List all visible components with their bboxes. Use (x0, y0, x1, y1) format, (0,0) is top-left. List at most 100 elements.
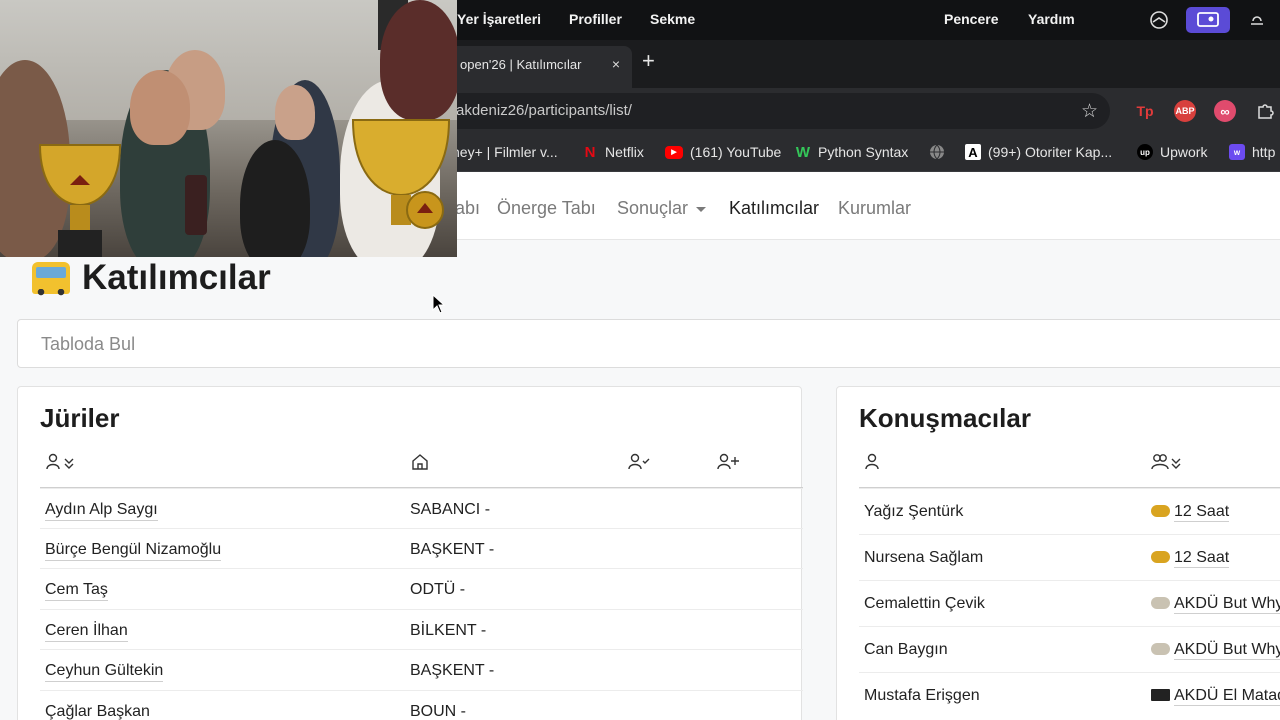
table-row: Ceyhun Gültekin BAŞKENT - (40, 649, 803, 690)
black-flag-emoji-icon (1151, 689, 1170, 701)
sort-name-header[interactable] (46, 453, 78, 471)
tab-katilimcilar[interactable]: open'26 | Katılımcılar × (448, 46, 632, 88)
person-check-header-icon[interactable] (628, 453, 650, 471)
nav-sonuclar[interactable]: Sonuçlar (617, 198, 707, 219)
bookmark-python-syntax[interactable]: W Python Syntax (795, 144, 908, 161)
trophy-right (345, 115, 457, 257)
netflix-icon: N (584, 143, 596, 161)
cam-face (130, 70, 190, 145)
nav-kurumlar[interactable]: Kurumlar (838, 198, 911, 219)
bookmark-label: (99+) Otoriter Kap... (988, 144, 1113, 160)
bookmark-otoriter[interactable]: A (99+) Otoriter Kap... (965, 144, 1112, 160)
extensions-puzzle-icon[interactable] (1254, 100, 1276, 122)
speaker-team[interactable]: AKDÜ But Why (1151, 595, 1280, 614)
table-row: Aydın Alp Saygı SABANCI - (40, 488, 803, 529)
table-row: Cemalettin Çevik AKDÜ But Why (859, 580, 1280, 626)
judges-title: Jüriler (40, 403, 120, 433)
new-tab-button[interactable]: + (642, 50, 655, 72)
nav-katilimcilar[interactable]: Katılımcılar (729, 198, 819, 219)
status-app-icon[interactable] (1146, 7, 1172, 33)
taco-emoji-icon (1151, 551, 1170, 563)
extension-infinity-icon[interactable]: ∞ (1214, 100, 1236, 122)
extension-abp-icon[interactable]: ABP (1174, 100, 1196, 122)
menu-bookmarks[interactable]: Yer İşaretleri (457, 11, 541, 27)
table-row: Nursena Sağlam 12 Saat (859, 534, 1280, 580)
team-sort-header-icon[interactable] (1151, 453, 1185, 471)
speaker-team[interactable]: 12 Saat (1151, 503, 1230, 522)
screen-share-icon[interactable] (1186, 7, 1230, 33)
table-row: Cem Taş ODTÜ - (40, 568, 803, 609)
menu-tab[interactable]: Sekme (650, 11, 695, 27)
judge-name[interactable]: Aydın Alp Saygı (45, 501, 158, 521)
page-title-text: Katılımcılar (82, 258, 271, 297)
upwork-icon: up (1137, 144, 1153, 160)
youtube-icon: ▶ (665, 145, 683, 159)
team-link[interactable]: AKDÜ But Why (1174, 641, 1280, 660)
team-link[interactable]: 12 Saat (1174, 549, 1230, 568)
speaker-name: Cemalettin Çevik (864, 595, 985, 612)
team-link[interactable]: AKDÜ But Why (1174, 595, 1280, 614)
bookmark-label: http (1252, 144, 1276, 160)
nav-sonuclar-label: Sonuçlar (617, 198, 689, 218)
bookmark-label: ney+ | Filmler v... (452, 144, 558, 160)
taco-emoji-icon (1151, 505, 1170, 517)
bookmark-netflix[interactable]: N Netflix (582, 143, 644, 161)
weather-icon[interactable] (1244, 7, 1270, 33)
judge-institution: BAŞKENT - (410, 541, 495, 558)
tab-close-icon[interactable]: × (612, 56, 620, 72)
speaker-team[interactable]: AKDÜ But Why (1151, 641, 1280, 660)
bookmark-star-icon[interactable]: ☆ (1081, 100, 1098, 123)
person-add-header-icon[interactable] (717, 453, 739, 471)
bookmark-label: Upwork (1160, 144, 1208, 160)
extension-tp-icon[interactable]: Tp (1134, 100, 1156, 122)
judge-name[interactable]: Bürçe Bengül Nizamoğlu (45, 541, 222, 561)
table-row: Ceren İlhan BİLKENT - (40, 609, 803, 650)
mouse-cursor-icon (432, 294, 446, 314)
menu-help[interactable]: Yardım (1028, 11, 1075, 27)
judge-name[interactable]: Ceren İlhan (45, 622, 128, 642)
bookmark-upwork[interactable]: up Upwork (1137, 144, 1207, 160)
team-link[interactable]: AKDÜ El Matad (1174, 687, 1280, 706)
bookmark-youtube[interactable]: ▶ (161) YouTube (665, 144, 781, 160)
bookmark-web[interactable]: w http (1229, 144, 1275, 160)
judge-institution: ODTÜ - (410, 581, 466, 598)
speaker-team[interactable]: 12 Saat (1151, 549, 1230, 568)
bookmark-label: (161) YouTube (690, 144, 782, 160)
cam-person (380, 0, 457, 120)
chevron-down-icon (696, 206, 707, 212)
trophy-left (30, 140, 130, 257)
judge-institution: BOUN - (410, 703, 466, 720)
speakers-title: Konuşmacılar (859, 403, 1031, 433)
team-link[interactable]: 12 Saat (1174, 503, 1230, 522)
address-bar[interactable]: akdeniz26/participants/list/ ☆ (430, 93, 1110, 129)
flatbread-emoji-icon (1151, 597, 1170, 609)
table-row: Mustafa Erişgen AKDÜ El Matad (859, 672, 1280, 718)
bookmark-disney[interactable]: ney+ | Filmler v... (452, 144, 558, 160)
judge-institution: BAŞKENT - (410, 662, 495, 679)
judge-institution: SABANCI - (410, 501, 491, 518)
person-header-icon[interactable] (865, 453, 881, 471)
person-sort-icon (46, 453, 74, 470)
speaker-team[interactable]: AKDÜ El Matad (1151, 687, 1280, 706)
institution-header-icon[interactable] (411, 453, 429, 471)
menu-profiles[interactable]: Profiller (569, 11, 622, 27)
bookmark-label: Netflix (605, 144, 644, 160)
table-row: Çağlar Başkan BOUN - (40, 690, 803, 720)
table-row: Can Baygın AKDÜ But Why (859, 626, 1280, 672)
menu-window[interactable]: Pencere (944, 11, 998, 27)
tab-title: open'26 | Katılımcılar (460, 57, 582, 72)
table-search-input[interactable]: Tabloda Bul (17, 319, 1280, 368)
flatbread-emoji-icon (1151, 643, 1170, 655)
cam-can (185, 175, 207, 235)
cam-face (275, 85, 315, 140)
judge-name[interactable]: Çağlar Başkan (45, 703, 150, 720)
speaker-name: Can Baygın (864, 641, 948, 658)
judge-institution: BİLKENT - (410, 622, 487, 639)
nav-onerge-tabi[interactable]: Önerge Tabı (497, 198, 596, 219)
nav-tab-partial[interactable]: abı (455, 198, 480, 219)
judge-name[interactable]: Cem Taş (45, 581, 108, 601)
a-icon: A (965, 144, 981, 160)
judge-name[interactable]: Ceyhun Gültekin (45, 662, 164, 682)
bookmark-globe[interactable] (929, 144, 945, 160)
judges-card: Jüriler Aydın Alp Saygı SABANCI - Bürçe … (17, 386, 803, 720)
